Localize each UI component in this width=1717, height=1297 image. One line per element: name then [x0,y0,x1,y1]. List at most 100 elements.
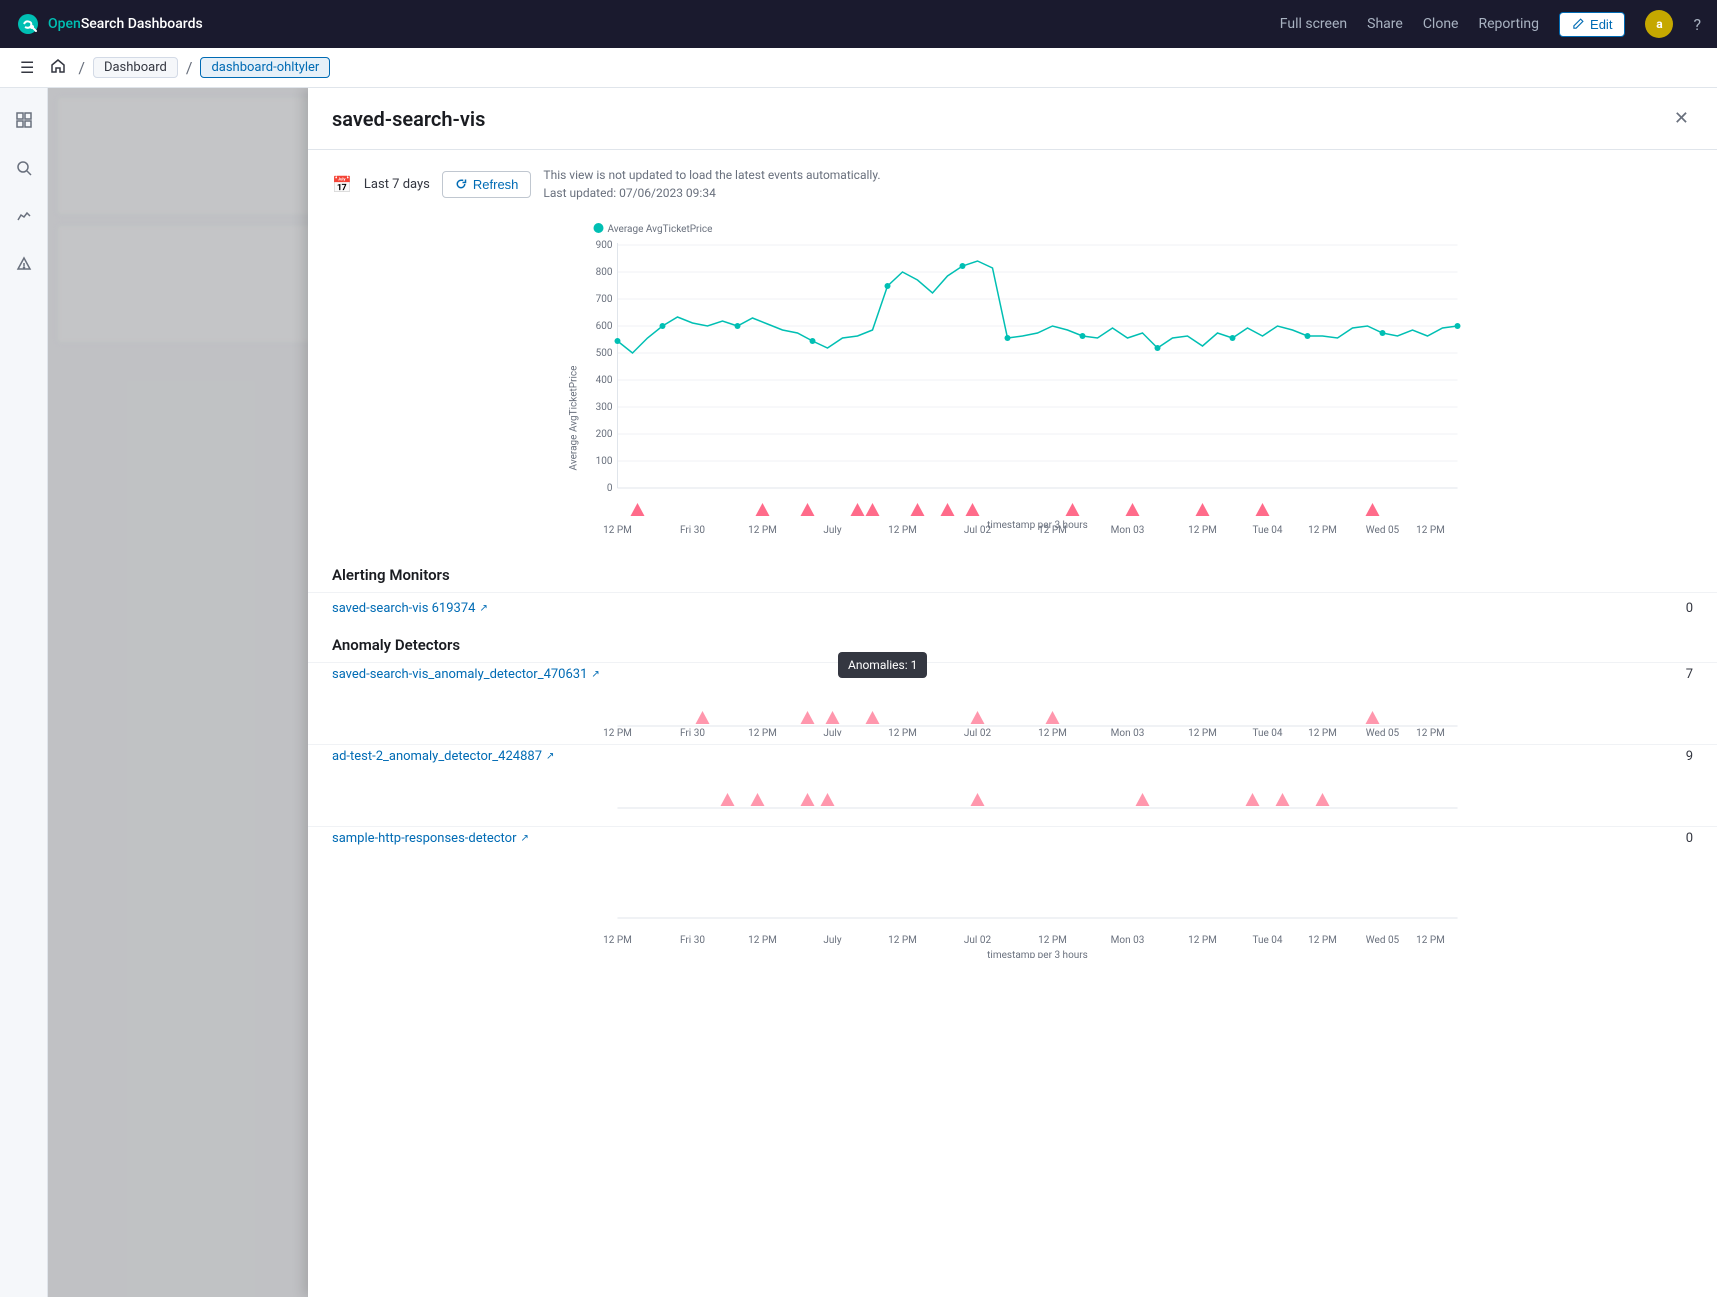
chart-sidebar-icon [16,208,32,224]
anomaly-header-3: sample-http-responses-detector ↗ 0 [332,831,1693,846]
bot-x-mon03: Mon 03 [1111,935,1145,946]
bot-x-3: 12 PM [1038,935,1067,946]
full-screen-link[interactable]: Full screen [1280,16,1347,32]
chart-dot-9 [1230,335,1236,341]
anomaly-triangle-5 [866,503,880,516]
top-nav-actions: Full screen Share Clone Reporting Edit a… [1280,10,1701,38]
ad1-tri-6 [1046,711,1060,724]
bot-x-4: 12 PM [1188,935,1217,946]
edit-icon [1572,18,1584,30]
user-avatar[interactable]: a [1645,10,1673,38]
ad2-tri-4 [821,793,835,806]
calendar-icon: 📅 [332,175,352,194]
modal-overlay: saved-search-vis ✕ 📅 Last 7 days Refresh… [48,88,1717,1297]
anomaly-count-3: 0 [1663,831,1693,846]
anomaly-mini-chart-1: 12 PM Fri 30 12 PM July 12 PM Jul 02 12 … [332,686,1693,736]
x-label-tue04: Tue 04 [1252,525,1282,536]
anomaly-triangle-6 [911,503,925,516]
notice-line2: Last updated: 07/06/2023 09:34 [543,184,880,202]
bot-x-wed05: Wed 05 [1366,935,1400,946]
ad2-tri-6 [1136,793,1150,806]
edit-button[interactable]: Edit [1559,12,1625,37]
ad1-x-5: 12 PM [1308,728,1337,736]
sidebar-item-1[interactable] [0,96,48,144]
chart-dot-10 [1305,333,1311,339]
monitor-count-1: 0 [1663,601,1693,616]
reporting-link[interactable]: Reporting [1478,16,1539,32]
anomaly-link-2[interactable]: ad-test-2_anomaly_detector_424887 ↗ [332,749,1663,764]
anomaly-link-1[interactable]: saved-search-vis_anomaly_detector_470631… [332,667,1663,682]
home-svg [50,58,66,74]
x-label-mon03: Mon 03 [1111,525,1145,536]
chart-dot-8 [1155,345,1161,351]
dashboard-sidebar-icon [16,112,32,128]
chart-dot-12 [1455,323,1461,329]
chart-dot-2 [735,323,741,329]
y-tick-0: 0 [607,483,613,494]
logo-text: OpenSearch Dashboards [48,16,203,32]
logo-search: Search [81,16,124,32]
ad1-tri-1 [696,711,710,724]
y-tick-400: 400 [596,375,613,386]
anomaly-link-3[interactable]: sample-http-responses-detector ↗ [332,831,1663,846]
ad1-x-fri30: Fri 30 [680,728,705,736]
time-range-display: Last 7 days [364,177,430,192]
y-tick-600: 600 [596,321,613,332]
anomaly-count-2: 9 [1663,749,1693,764]
notice-line1: This view is not updated to load the lat… [543,166,880,184]
panel-title: saved-search-vis [332,107,485,131]
auto-update-notice: This view is not updated to load the lat… [543,166,880,202]
bot-x-tue04: Tue 04 [1252,935,1282,946]
ad1-tri-2 [801,711,815,724]
breadcrumb-current[interactable]: dashboard-ohltyler [200,57,330,78]
ad1-x-3: 12 PM [1038,728,1067,736]
alert-sidebar-icon [16,256,32,272]
refresh-icon [455,178,467,190]
ad1-tri-4 [866,711,880,724]
y-tick-500: 500 [596,348,613,359]
chart-dot-4 [885,283,891,289]
anomaly-count-1: 7 [1663,667,1693,682]
logo-open: Open [48,16,81,32]
y-tick-800: 800 [596,267,613,278]
anomaly-triangle-1 [631,503,645,516]
anomaly-detector-row-3: sample-http-responses-detector ↗ 0 [308,826,1717,850]
ad1-x-6: 12 PM [1416,728,1445,736]
home-icon[interactable] [46,54,70,82]
breadcrumb-dashboard[interactable]: Dashboard [93,57,178,78]
help-icon[interactable]: ? [1693,15,1701,34]
x-label-4: 12 PM [1188,525,1217,536]
y-tick-300: 300 [596,402,613,413]
share-link[interactable]: Share [1367,16,1403,32]
breadcrumb-separator: / [78,58,85,77]
main-chart-container: Average AvgTicketPrice Average AvgTicket… [308,210,1717,554]
sidebar-item-3[interactable] [0,192,48,240]
x-label-1: 12 PM [748,525,777,536]
ad1-x-tue04: Tue 04 [1252,728,1282,736]
hamburger-menu-icon[interactable]: ☰ [16,54,38,81]
x-axis-label: timestamp per 3 hours [987,520,1088,531]
main-chart-line [618,261,1458,353]
refresh-button[interactable]: Refresh [442,171,532,198]
external-link-icon-3: ↗ [546,751,554,762]
close-button[interactable]: ✕ [1670,104,1693,133]
external-link-icon-4: ↗ [521,833,529,844]
anomaly-header-1: saved-search-vis_anomaly_detector_470631… [332,667,1693,682]
monitor-link-1[interactable]: saved-search-vis 619374 ↗ [332,601,1663,616]
chart-dot-7 [1080,333,1086,339]
sidebar-item-2[interactable] [0,144,48,192]
clone-link[interactable]: Clone [1423,16,1459,32]
ad1-x-2: 12 PM [888,728,917,736]
ad2-tri-5 [971,793,985,806]
bot-x-2: 12 PM [888,935,917,946]
chart-dot-3 [810,338,816,344]
sidebar-item-4[interactable] [0,240,48,288]
bot-x-5: 12 PM [1308,935,1337,946]
anomaly-detectors-header: Anomaly Detectors [308,624,1717,662]
alerting-monitors-header: Alerting Monitors [308,554,1717,592]
ad1-x-july: July [823,728,841,736]
chart-dot-1 [660,323,666,329]
left-sidebar [0,88,48,1297]
bot-x-fri30: Fri 30 [680,935,705,946]
logo-area: OpenSearch Dashboards [16,12,1280,36]
